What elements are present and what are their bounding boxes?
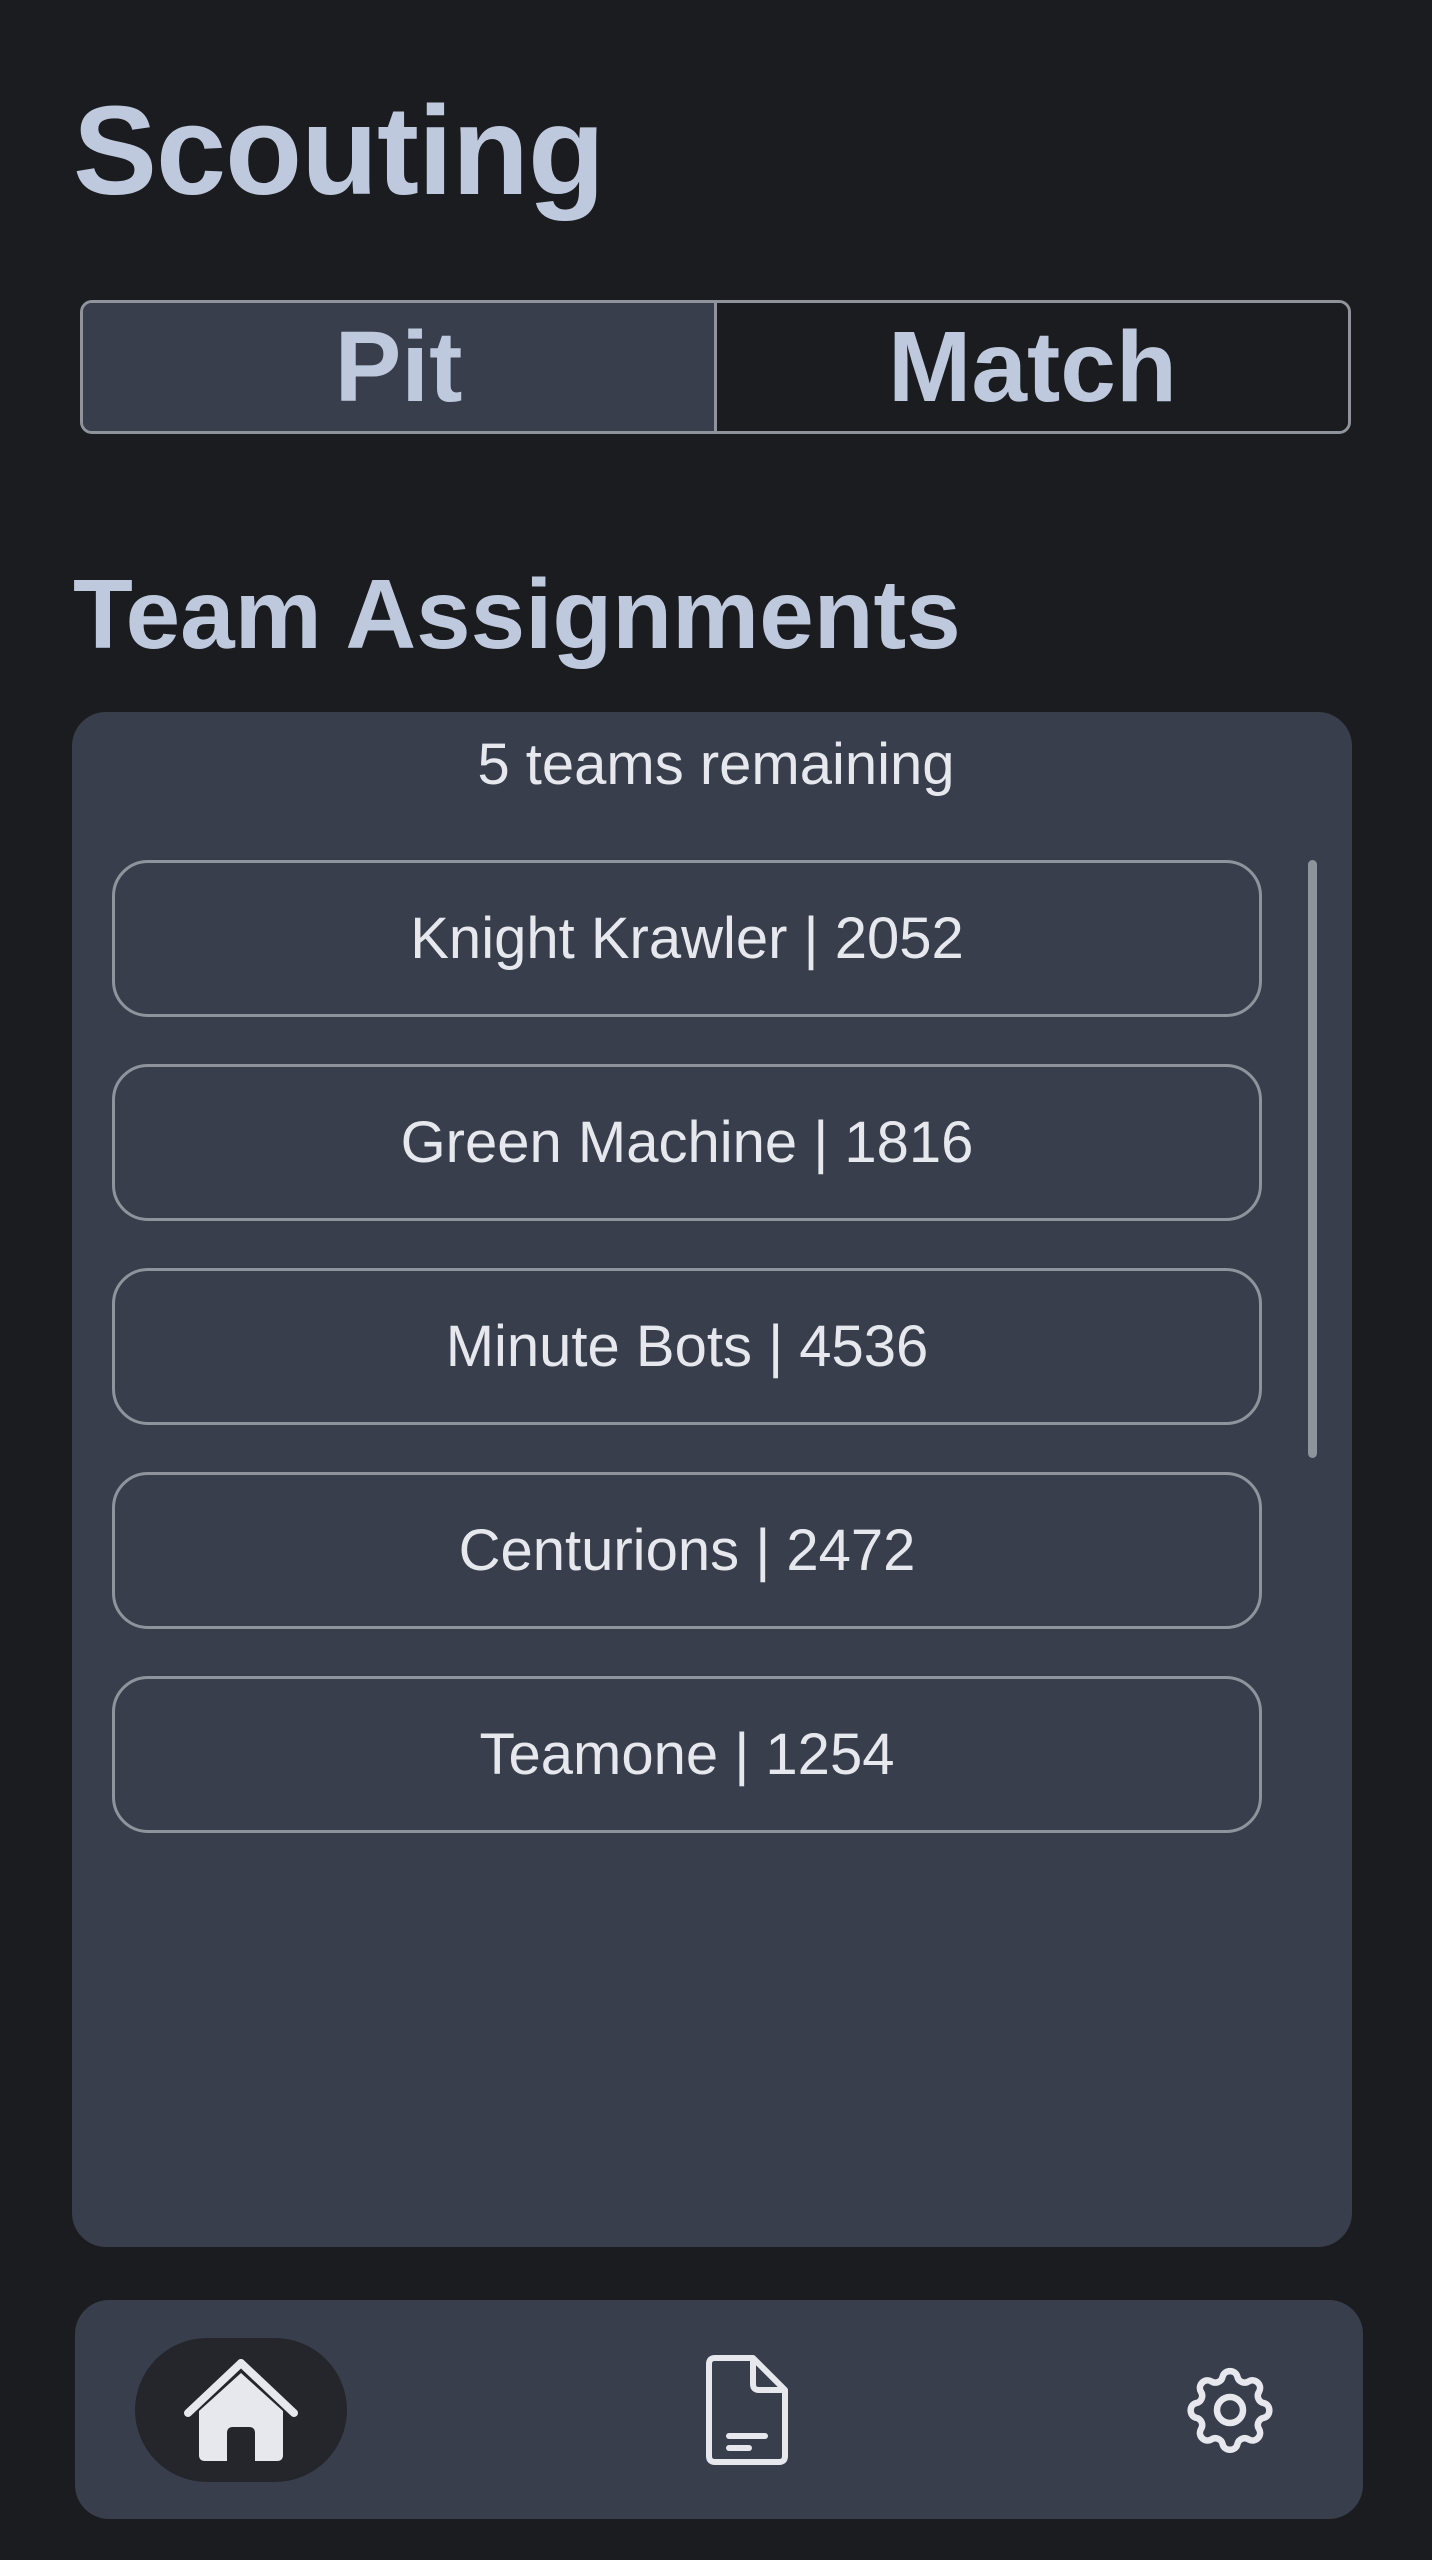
nav-documents-button[interactable] (645, 2300, 845, 2519)
nav-settings-button[interactable] (1130, 2300, 1330, 2519)
list-scrollbar[interactable] (1308, 860, 1317, 1458)
team-item[interactable]: Knight Krawler | 2052 (112, 860, 1262, 1017)
team-item[interactable]: Green Machine | 1816 (112, 1064, 1262, 1221)
team-list: Knight Krawler | 2052 Green Machine | 18… (112, 860, 1262, 1880)
page-title: Scouting (73, 80, 605, 221)
nav-home-active-indicator (135, 2337, 347, 2482)
team-item[interactable]: Minute Bots | 4536 (112, 1268, 1262, 1425)
mode-toggle: Pit Match (80, 300, 1351, 434)
team-item[interactable]: Teamone | 1254 (112, 1676, 1262, 1833)
document-icon (706, 2354, 788, 2465)
team-item[interactable]: Centurions | 2472 (112, 1472, 1262, 1629)
nav-home-button[interactable] (135, 2300, 347, 2519)
tab-match[interactable]: Match (717, 303, 1348, 431)
teams-remaining-text: 5 teams remaining (477, 732, 955, 797)
home-icon (184, 2358, 298, 2461)
gear-icon (1187, 2367, 1273, 2453)
tab-pit[interactable]: Pit (83, 303, 717, 431)
bottom-nav-bar (75, 2300, 1363, 2519)
section-title: Team Assignments (73, 559, 961, 669)
